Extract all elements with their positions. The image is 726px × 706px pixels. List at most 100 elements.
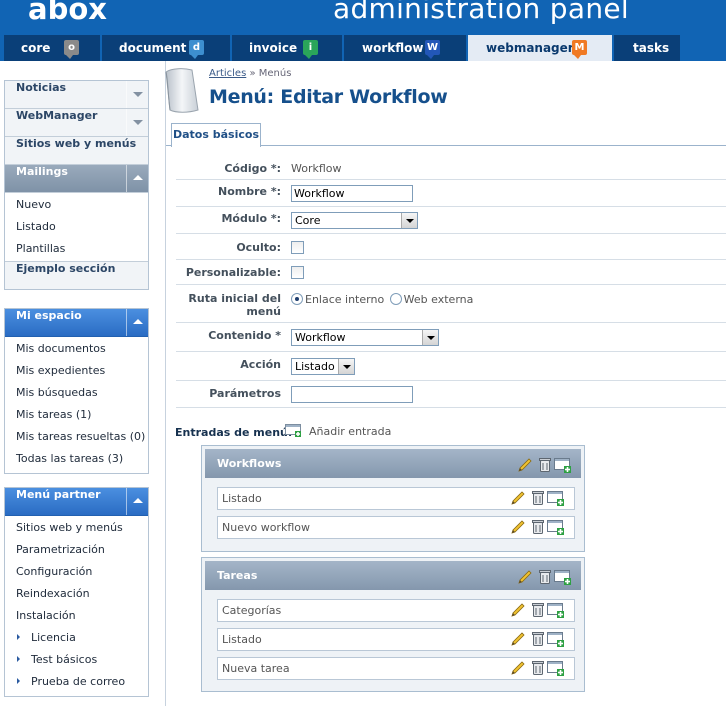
menu-entry-item[interactable]: Listado xyxy=(217,487,575,510)
add-child-icon[interactable] xyxy=(547,660,565,683)
sidebar-item-sitios-web-menus[interactable]: Sitios web y menús xyxy=(5,517,148,539)
parametros-input[interactable] xyxy=(291,386,413,403)
menu-entry-label: Listado xyxy=(222,633,262,646)
personalizable-checkbox[interactable] xyxy=(291,266,304,279)
edit-icon[interactable] xyxy=(510,602,526,625)
tab-core[interactable]: core o xyxy=(4,35,100,61)
sidebar-item-licencia[interactable]: Licencia xyxy=(5,627,148,649)
sidebar-item-ejemplo-seccion[interactable]: Ejemplo sección xyxy=(5,261,148,289)
sidebar-item-mis-tareas[interactable]: Mis tareas (1) xyxy=(5,404,148,426)
sidebar-item-mis-expedientes[interactable]: Mis expedientes xyxy=(5,360,148,382)
chevron-down-icon[interactable] xyxy=(126,109,148,136)
breadcrumb-link-articles[interactable]: Articles xyxy=(209,68,246,79)
add-child-icon[interactable] xyxy=(547,631,565,654)
entry-actions xyxy=(510,631,568,649)
form-row-modulo: Módulo *: Core xyxy=(176,207,726,234)
chevron-up-icon[interactable] xyxy=(126,309,148,336)
edit-icon[interactable] xyxy=(510,490,526,513)
ruta-label-line2: menú xyxy=(246,305,281,318)
webmanager-icon: M xyxy=(572,40,587,59)
menu-entry-item[interactable]: Categorías xyxy=(217,599,575,622)
add-entry-icon xyxy=(285,424,303,441)
chevron-down-icon[interactable] xyxy=(126,81,148,108)
sidebar-section-title: Menú partner xyxy=(16,488,101,501)
sidebar-item-mailings[interactable]: Mailings xyxy=(5,165,148,193)
codigo-label: Código *: xyxy=(224,162,281,175)
tab-datos-basicos[interactable]: Datos básicos xyxy=(171,123,261,147)
add-child-icon[interactable] xyxy=(547,602,565,625)
workflow-icon: W xyxy=(425,40,440,59)
modulo-select[interactable]: Core xyxy=(291,212,418,229)
sidebar-item-parametrizacion[interactable]: Parametrización xyxy=(5,539,148,561)
delete-icon[interactable] xyxy=(532,519,544,542)
edit-icon[interactable] xyxy=(510,631,526,654)
tab-webmanager[interactable]: webmanager M xyxy=(468,35,612,61)
chevron-up-icon[interactable] xyxy=(126,488,148,515)
enlace-interno-label[interactable]: Enlace interno xyxy=(305,293,384,306)
edit-icon[interactable] xyxy=(510,660,526,683)
contenido-select[interactable]: Workflow xyxy=(291,329,439,346)
add-child-icon[interactable] xyxy=(547,519,565,542)
edit-icon[interactable] xyxy=(517,455,533,484)
sidebar-item-reindexacion[interactable]: Reindexación xyxy=(5,583,148,605)
delete-icon[interactable] xyxy=(532,631,544,654)
sidebar-item-label: Sitios web y menús xyxy=(16,137,137,150)
sidebar-item-label: Noticias xyxy=(16,81,67,94)
edit-icon[interactable] xyxy=(510,519,526,542)
tab-invoice[interactable]: invoice i xyxy=(232,35,342,61)
tab-document[interactable]: document d xyxy=(102,35,230,61)
menu-entry-item[interactable]: Listado xyxy=(217,628,575,651)
tab-tasks[interactable]: tasks xyxy=(614,35,680,61)
ruta-inicial-label: Ruta inicial del menú xyxy=(188,292,281,318)
triangle-right-icon xyxy=(17,634,20,640)
accion-select[interactable]: Listado xyxy=(291,358,355,375)
sidebar-item-noticias[interactable]: Noticias xyxy=(5,81,148,109)
sidebar-section-menu-partner[interactable]: Menú partner xyxy=(5,488,148,516)
sidebar-item-mis-tareas-resueltas[interactable]: Mis tareas resueltas (0) xyxy=(5,426,148,448)
delete-icon[interactable] xyxy=(532,490,544,513)
web-externa-label[interactable]: Web externa xyxy=(404,293,474,306)
form-row-accion: Acción Listado xyxy=(176,352,726,381)
sidebar-item-plantillas[interactable]: Plantillas xyxy=(5,238,148,260)
delete-icon[interactable] xyxy=(539,567,551,596)
entry-actions xyxy=(510,602,568,620)
entry-actions xyxy=(510,490,568,508)
delete-icon[interactable] xyxy=(532,602,544,625)
add-child-icon[interactable] xyxy=(547,490,565,513)
enlace-interno-radio[interactable] xyxy=(291,293,303,305)
edit-icon[interactable] xyxy=(517,567,533,596)
sidebar-item-instalacion[interactable]: Instalación xyxy=(5,605,148,627)
oculto-checkbox[interactable] xyxy=(291,241,304,254)
form-row-personalizable: Personalizable: xyxy=(176,260,726,285)
sidebar-item-todas-las-tareas[interactable]: Todas las tareas (3) xyxy=(5,448,148,470)
menu-partner-list: Sitios web y menús Parametrización Confi… xyxy=(5,516,148,696)
delete-icon[interactable] xyxy=(539,455,551,484)
sidebar-item-mis-busquedas[interactable]: Mis búsquedas xyxy=(5,382,148,404)
oculto-label: Oculto: xyxy=(236,241,281,254)
sidebar-item-test-basicos[interactable]: Test básicos xyxy=(5,649,148,671)
app-header: abox administration panel core o documen… xyxy=(0,0,726,61)
tab-workflow[interactable]: workflow W xyxy=(344,35,466,61)
delete-icon[interactable] xyxy=(532,660,544,683)
sidebar-item-mis-documentos[interactable]: Mis documentos xyxy=(5,338,148,360)
add-entry-label: Añadir entrada xyxy=(309,425,392,438)
breadcrumb: Articles » Menús xyxy=(209,68,291,79)
sidebar-item-listado[interactable]: Listado xyxy=(5,216,148,238)
menu-entry-item[interactable]: Nuevo workflow xyxy=(217,516,575,539)
nombre-input[interactable]: Workflow xyxy=(291,185,413,202)
add-child-icon[interactable] xyxy=(554,455,572,484)
sidebar-item-sitios-web[interactable]: Sitios web y menús xyxy=(5,137,148,165)
content-divider xyxy=(165,61,166,706)
sidebar-item-webmanager[interactable]: WebManager xyxy=(5,109,148,137)
sidebar-section-mi-espacio[interactable]: Mi espacio xyxy=(5,309,148,337)
sidebar-item-prueba-de-correo[interactable]: Prueba de correo xyxy=(5,671,148,693)
contenido-select-value: Workflow xyxy=(295,331,346,344)
sidebar-item-configuracion[interactable]: Configuración xyxy=(5,561,148,583)
menu-entry-item[interactable]: Nueva tarea xyxy=(217,657,575,680)
web-externa-radio[interactable] xyxy=(389,293,402,305)
add-child-icon[interactable] xyxy=(554,567,572,596)
add-entry-button[interactable]: Añadir entrada xyxy=(285,424,391,441)
sidebar-item-nuevo[interactable]: Nuevo xyxy=(5,194,148,216)
chevron-up-icon[interactable] xyxy=(126,165,148,192)
chevron-down-icon xyxy=(401,213,417,228)
